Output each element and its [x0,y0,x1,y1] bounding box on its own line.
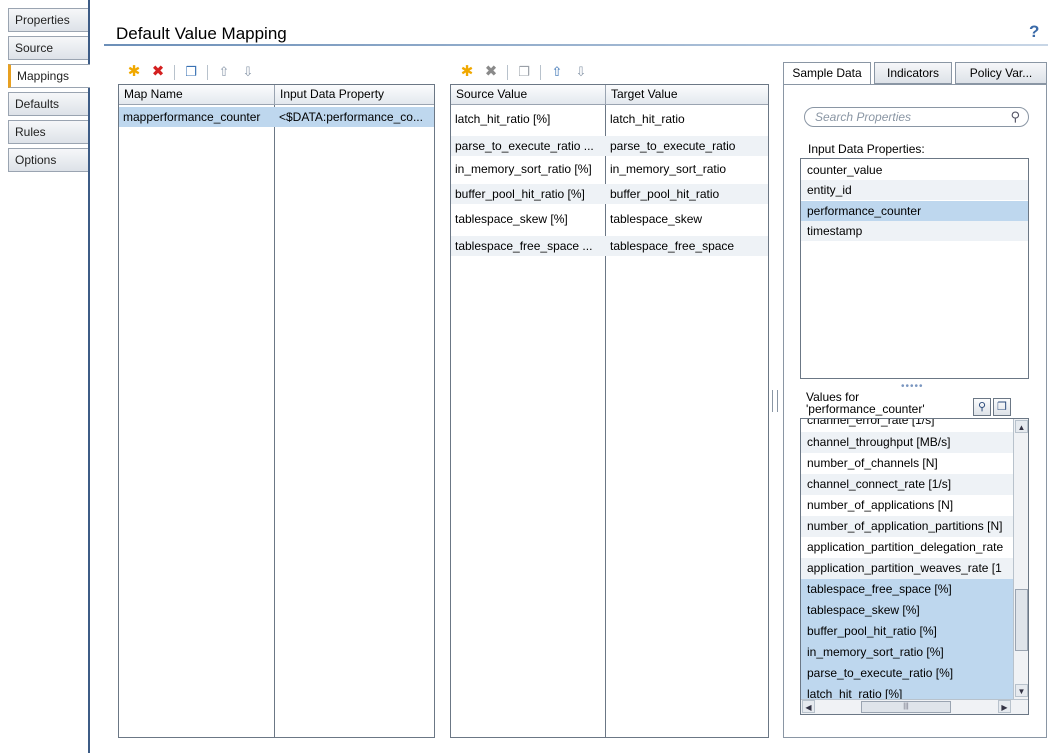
list-item[interactable]: application_partition_delegation_rate [801,537,1013,558]
input-property-cell: <$DATA:performance_co... [279,110,423,124]
vertical-scrollbar[interactable]: ▲ ▼ [1013,419,1028,699]
delete-value-icon[interactable]: ✖ [483,63,499,81]
column-header-source-value[interactable]: Source Value [451,85,605,105]
tab-source[interactable]: Source [8,36,88,60]
scroll-right-icon[interactable]: ▶ [998,700,1011,713]
scroll-thumb[interactable] [1015,589,1028,651]
values-list: channel_error_rate [1/s] channel_through… [800,418,1029,715]
move-up-icon[interactable]: ⇧ [549,63,565,81]
column-header-target-value[interactable]: Target Value [605,85,768,105]
scroll-left-icon[interactable]: ◀ [802,700,815,713]
toolbar-separator [174,64,175,80]
search-icon[interactable]: ⚲ [1010,108,1020,126]
table-row[interactable]: tablespace_skew [%] tablespace_skew [451,209,768,229]
tab-defaults[interactable]: Defaults [8,92,88,116]
column-header-input-data-property[interactable]: Input Data Property [274,85,434,105]
new-map-icon[interactable]: ✱ [126,63,142,81]
table-row[interactable]: buffer_pool_hit_ratio [%] buffer_pool_hi… [451,184,768,204]
help-icon[interactable]: ? [1029,22,1039,42]
list-item[interactable]: application_partition_weaves_rate [1 [801,558,1013,579]
table-row[interactable]: latch_hit_ratio [%] latch_hit_ratio [451,109,768,129]
list-item[interactable]: number_of_application_partitions [N] [801,516,1013,537]
search-input[interactable]: Search Properties ⚲ [804,107,1029,127]
list-item[interactable]: in_memory_sort_ratio [%] [801,642,1013,663]
list-item[interactable]: buffer_pool_hit_ratio [%] [801,621,1013,642]
target-value-cell: latch_hit_ratio [610,112,685,126]
list-item[interactable]: number_of_channels [N] [801,453,1013,474]
panel-splitter-handle[interactable] [772,390,778,412]
source-value-cell: latch_hit_ratio [%] [455,112,551,126]
table-row[interactable]: in_memory_sort_ratio [%] in_memory_sort_… [451,159,768,179]
scroll-thumb[interactable]: ||| [861,701,951,713]
toolbar-separator [507,64,508,80]
column-header-map-name[interactable]: Map Name [119,85,274,105]
scroll-up-icon[interactable]: ▲ [1015,420,1028,433]
tab-options[interactable]: Options [8,148,88,172]
list-item[interactable]: timestamp [801,221,1028,241]
target-value-cell: in_memory_sort_ratio [610,162,727,176]
target-value-cell: tablespace_free_space [610,239,735,253]
horizontal-scrollbar[interactable]: ◀ ||| ▶ [801,699,1028,714]
target-value-cell: tablespace_skew [610,212,703,226]
tab-rules[interactable]: Rules [8,120,88,144]
values-label-line2: 'performance_counter' [806,402,925,416]
move-down-icon[interactable]: ⇩ [240,63,256,81]
list-item[interactable]: counter_value [801,160,1028,180]
scroll-down-icon[interactable]: ▼ [1015,684,1028,697]
map-table: Map Name Input Data Property mapperforma… [118,84,435,738]
tab-policy-variables[interactable]: Policy Var... [955,62,1047,84]
source-value-cell: in_memory_sort_ratio [%] [455,162,592,176]
values-toolbar: ⚲ ❐ [973,398,1011,416]
list-item[interactable]: parse_to_execute_ratio [%] [801,663,1013,684]
toolbar-separator [207,64,208,80]
title-underline [104,44,1048,46]
target-value-cell: parse_to_execute_ratio [610,139,736,153]
input-properties-list: counter_value entity_id performance_coun… [800,158,1029,379]
column-divider [274,105,275,737]
tab-indicators[interactable]: Indicators [874,62,952,84]
copy-value-icon[interactable]: ❐ [516,63,532,81]
list-item[interactable]: channel_throughput [MB/s] [801,432,1013,453]
tab-mappings[interactable]: Mappings [8,64,90,88]
source-value-cell: tablespace_skew [%] [455,212,568,226]
search-placeholder: Search Properties [815,110,912,124]
source-value-cell: buffer_pool_hit_ratio [%] [455,187,585,201]
target-value-cell: buffer_pool_hit_ratio [610,187,720,201]
value-toolbar: ✱ ✖ ❐ ⇧ ⇩ [459,61,589,83]
table-row[interactable]: tablespace_free_space ... tablespace_fre… [451,236,768,256]
value-table: Source Value Target Value latch_hit_rati… [450,84,769,738]
tab-sample-data[interactable]: Sample Data [783,62,871,85]
new-value-icon[interactable]: ✱ [459,63,475,81]
list-item[interactable]: number_of_applications [N] [801,495,1013,516]
map-toolbar: ✱ ✖ ❐ ⇧ ⇩ [126,61,256,83]
source-value-cell: tablespace_free_space ... [455,239,593,253]
toolbar-separator [540,64,541,80]
source-value-cell: parse_to_execute_ratio ... [455,139,594,153]
table-row[interactable]: mapperformance_counter <$DATA:performanc… [119,107,434,127]
copy-values-icon[interactable]: ❐ [993,398,1011,416]
list-item[interactable]: tablespace_free_space [%] [801,579,1013,600]
copy-map-icon[interactable]: ❐ [183,63,199,81]
nav-divider [88,0,90,753]
list-item[interactable]: tablespace_skew [%] [801,600,1013,621]
list-item[interactable]: channel_error_rate [1/s] [801,419,1013,431]
input-properties-label: Input Data Properties: [808,142,925,156]
values-label: Values for 'performance_counter' [806,391,925,415]
list-item[interactable]: entity_id [801,180,1028,200]
map-name-cell: mapperformance_counter [123,110,261,124]
move-down-icon[interactable]: ⇩ [573,63,589,81]
find-values-icon[interactable]: ⚲ [973,398,991,416]
table-row[interactable]: parse_to_execute_ratio ... parse_to_exec… [451,136,768,156]
tab-properties[interactable]: Properties [8,8,88,32]
list-item[interactable]: performance_counter [801,201,1028,221]
move-up-icon[interactable]: ⇧ [216,63,232,81]
page-title: Default Value Mapping [116,24,287,43]
delete-map-icon[interactable]: ✖ [150,63,166,81]
list-item[interactable]: channel_connect_rate [1/s] [801,474,1013,495]
